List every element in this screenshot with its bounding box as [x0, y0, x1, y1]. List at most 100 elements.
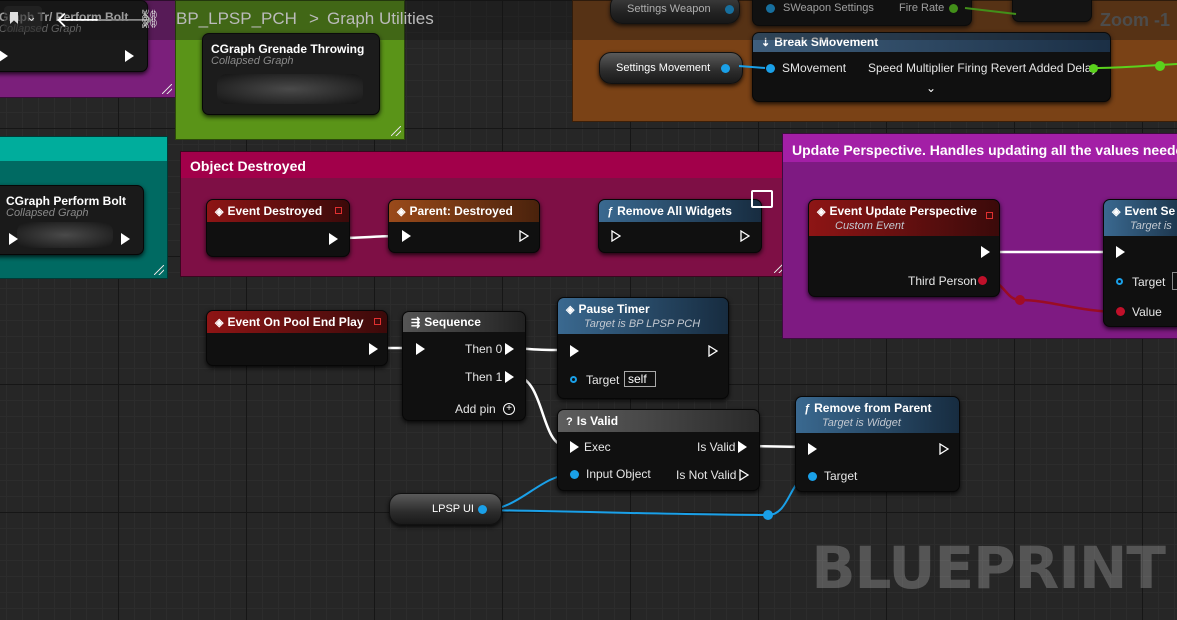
- exec-out-pin[interactable]: [981, 246, 990, 258]
- pin-label: Then 1: [465, 370, 503, 384]
- target-value-box[interactable]: [1172, 272, 1177, 290]
- object-in-pin[interactable]: [570, 470, 579, 479]
- monitor-icon: [751, 190, 773, 208]
- bookmark-icon: [10, 12, 18, 24]
- event-icon: ◈: [215, 206, 224, 218]
- object-in-pin[interactable]: [808, 472, 817, 481]
- exec-out-pin[interactable]: [740, 230, 750, 242]
- pin-label: Then 0: [465, 342, 503, 356]
- node-title: Parent: Destroyed: [409, 204, 513, 218]
- node-title: Event Se: [1124, 204, 1176, 218]
- delegate-pin[interactable]: [335, 207, 342, 214]
- node-title: Remove All Widgets: [617, 204, 732, 218]
- pin-label: Target: [586, 373, 620, 387]
- event-destroyed-node[interactable]: ◈ Event Destroyed: [206, 199, 350, 257]
- remove-from-parent-node[interactable]: ƒ Remove from Parent Target is Widget Tar…: [795, 396, 960, 492]
- exec-out-pin[interactable]: [738, 441, 747, 453]
- remove-all-widgets-node[interactable]: ƒ Remove All Widgets: [598, 190, 773, 253]
- event-update-perspective-node[interactable]: ◈ Event Update Perspective Custom Event T…: [808, 199, 1000, 297]
- delegate-pin[interactable]: [986, 212, 993, 219]
- graph-hierarchy-icon[interactable]: ⛓: [138, 9, 161, 30]
- exec-out-pin[interactable]: [519, 230, 529, 242]
- event-icon: ◈: [566, 304, 575, 316]
- node-header: ? Is Valid: [558, 410, 759, 432]
- sequence-node[interactable]: ⇶ Sequence Then 0 Then 1 Add pin +: [402, 311, 526, 421]
- sequence-icon: ⇶: [411, 317, 421, 329]
- node-subtitle: Target is Widget: [822, 417, 901, 429]
- exec-in-pin[interactable]: [402, 230, 411, 242]
- event-icon: ◈: [1112, 206, 1121, 218]
- parent-destroyed-node[interactable]: ◈ Parent: Destroyed: [388, 199, 540, 253]
- exec-in-pin[interactable]: [570, 441, 579, 453]
- bool-wire: [984, 278, 1121, 314]
- event-icon: ◈: [215, 317, 224, 329]
- node-subtitle: Target is: [1130, 220, 1172, 232]
- bool-in-pin[interactable]: [1116, 307, 1125, 316]
- node-title: Remove from Parent: [814, 401, 932, 415]
- exec-out-pin[interactable]: [369, 343, 378, 355]
- node-header: ⇶ Sequence: [403, 312, 525, 332]
- exec-out-pin[interactable]: [505, 343, 514, 355]
- add-pin-button[interactable]: Add pin: [455, 402, 496, 416]
- node-subtitle: Custom Event: [835, 220, 905, 232]
- exec-out-pin[interactable]: [739, 469, 749, 481]
- node-header: ƒ Remove All Widgets: [599, 200, 761, 222]
- node-header: ◈ Parent: Destroyed: [389, 200, 539, 222]
- wire-reroute-knot: [1015, 295, 1025, 305]
- bool-out-pin[interactable]: [978, 276, 987, 285]
- exec-in-pin[interactable]: [1116, 246, 1125, 258]
- node-title: Is Valid: [576, 414, 619, 428]
- exec-in-pin[interactable]: [611, 230, 621, 242]
- breadcrumb-asset[interactable]: BP_LPSP_PCH: [176, 9, 297, 29]
- pause-timer-node[interactable]: ◈ Pause Timer Target is BP LPSP PCH Targe…: [557, 297, 729, 399]
- target-value-field[interactable]: self: [624, 371, 656, 387]
- event-on-pool-end-play-node[interactable]: ◈ Event On Pool End Play: [206, 310, 388, 366]
- node-header: ◈ Event Destroyed: [207, 200, 349, 222]
- wire-reroute-knot: [1155, 61, 1165, 71]
- question-icon: ?: [566, 416, 573, 428]
- node-header: ◈ Event On Pool End Play: [207, 311, 387, 333]
- pin-label: Exec: [584, 440, 611, 454]
- exec-out-pin[interactable]: [329, 233, 338, 245]
- node-title: Pause Timer: [578, 302, 650, 316]
- event-icon: ◈: [817, 206, 826, 218]
- pin-label: Target: [1132, 275, 1166, 289]
- exec-in-pin[interactable]: [808, 443, 817, 455]
- node-subtitle: Target is BP LPSP PCH: [584, 318, 701, 330]
- breadcrumb-graph[interactable]: Graph Utilities: [327, 9, 434, 29]
- function-icon: ƒ: [607, 206, 614, 218]
- exec-out-pin[interactable]: [708, 345, 718, 357]
- pin-label: Is Valid: [697, 440, 736, 454]
- node-title: Event Update Perspective: [829, 204, 977, 218]
- is-valid-node[interactable]: ? Is Valid Exec Is Valid Input Object Is …: [557, 409, 760, 491]
- object-in-pin[interactable]: [570, 376, 577, 383]
- breadcrumb-separator: >: [309, 9, 319, 28]
- graph-toolbar: ⌄ 🡐 🡒 ⛓ BP_LPSP_PCH > Graph Utilities: [0, 0, 1177, 40]
- event-icon: ◈: [397, 206, 406, 218]
- pin-label: Is Not Valid: [676, 468, 737, 482]
- plus-circle-icon[interactable]: +: [503, 403, 515, 415]
- object-out-pin[interactable]: [478, 505, 487, 514]
- bookmark-dropdown[interactable]: ⌄: [4, 6, 42, 32]
- node-title: Sequence: [424, 315, 481, 329]
- object-in-pin[interactable]: [1116, 278, 1123, 285]
- exec-in-pin[interactable]: [570, 345, 579, 357]
- node-title: Event Destroyed: [227, 204, 323, 218]
- exec-out-pin[interactable]: [505, 371, 514, 383]
- node-title: Event On Pool End Play: [227, 315, 364, 329]
- wire-reroute-knot: [763, 510, 773, 520]
- exec-out-pin[interactable]: [939, 443, 949, 455]
- function-icon: ƒ: [804, 403, 811, 415]
- chevron-down-icon: ⌄: [26, 9, 37, 24]
- lpsp-ui-getter[interactable]: LPSP UI: [389, 493, 502, 525]
- event-set-node[interactable]: ◈ Event Se Target is Target Value: [1103, 199, 1177, 327]
- pin-label: Third Person: [908, 274, 977, 288]
- pin-label: Target: [824, 469, 858, 483]
- delegate-pin[interactable]: [374, 318, 381, 325]
- pin-label: Value: [1132, 305, 1162, 319]
- exec-in-pin[interactable]: [416, 343, 425, 355]
- variable-label: LPSP UI: [432, 503, 474, 515]
- pin-label: Input Object: [586, 467, 651, 481]
- blueprint-watermark: BLUEPRINT: [811, 534, 1166, 602]
- struct-wire: [738, 65, 766, 69]
